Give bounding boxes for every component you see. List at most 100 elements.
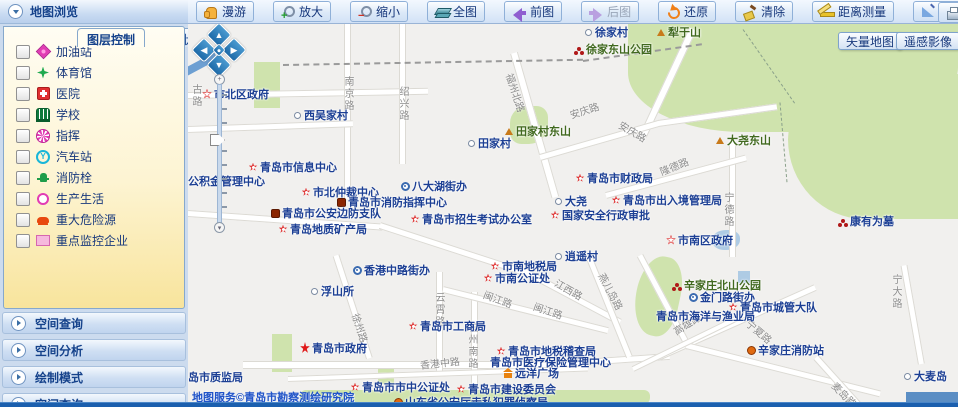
expand-arrow-icon bbox=[11, 316, 26, 331]
panel-title: 地图浏览 bbox=[30, 3, 78, 20]
measure-area-icon bbox=[921, 5, 935, 19]
toolbar-button-label: 缩小 bbox=[376, 3, 400, 20]
roam-button[interactable]: 漫游 bbox=[196, 1, 254, 22]
print-button[interactable] bbox=[938, 2, 958, 23]
map-poi-label: 逍遥村 bbox=[553, 248, 598, 264]
zoom-out-slider-button[interactable]: ▾ bbox=[214, 222, 225, 233]
legend-checkbox[interactable] bbox=[16, 66, 30, 80]
poi-text: 市南区政府 bbox=[678, 232, 733, 248]
stadium-icon bbox=[36, 66, 50, 80]
poi-text: 青岛市招生考试办公室 bbox=[422, 211, 532, 227]
zoom-out-button[interactable]: 缩小 bbox=[350, 1, 408, 22]
legend-item: 指挥 bbox=[16, 125, 184, 146]
legend-checkbox[interactable] bbox=[16, 213, 30, 227]
bus-station-icon bbox=[36, 150, 50, 164]
sidebar-tab[interactable]: 图层控制 bbox=[77, 28, 145, 47]
accordion-header[interactable]: 绘制模式 bbox=[2, 366, 186, 388]
gas-station-icon bbox=[36, 45, 50, 59]
production-life-icon bbox=[36, 192, 50, 206]
legend-checkbox[interactable] bbox=[16, 129, 30, 143]
road-label: 香港中路 bbox=[419, 353, 460, 372]
zoom-in-button[interactable]: 放大 bbox=[273, 1, 331, 22]
agency-icon bbox=[301, 187, 311, 197]
toolbar-button-label: 漫游 bbox=[222, 3, 246, 20]
clear-icon bbox=[743, 5, 757, 19]
map-poi-label: 大麦岛 bbox=[902, 368, 947, 384]
poi-text: 国家安全行政审批 bbox=[562, 207, 650, 223]
fire-icon bbox=[746, 345, 756, 355]
map-poi-label: 青岛市公安边防支队 bbox=[270, 205, 381, 221]
accordion-label: 空间分析 bbox=[35, 342, 83, 359]
legend-checkbox[interactable] bbox=[16, 171, 30, 185]
legend-label: 汽车站 bbox=[56, 148, 92, 165]
base-layer-button[interactable]: 遥感影像 bbox=[896, 32, 958, 50]
plaza-icon bbox=[503, 368, 513, 378]
clear-button[interactable]: 清除 bbox=[735, 1, 793, 22]
agency-icon bbox=[483, 273, 493, 283]
major-hazard-icon bbox=[36, 213, 50, 227]
fire-icon bbox=[393, 397, 403, 402]
legend-checkbox[interactable] bbox=[16, 192, 30, 206]
map-poi-label: 田家村东山 bbox=[504, 123, 571, 139]
measure-distance-button[interactable]: 距离测量 bbox=[812, 1, 894, 22]
legend-label: 医院 bbox=[56, 85, 80, 102]
village-icon bbox=[292, 110, 302, 120]
sidebar-accordions: 空间查询空间分析绘制模式空间查询 bbox=[0, 312, 188, 407]
legend-checkbox[interactable] bbox=[16, 150, 30, 164]
poi-text: 大尧东山 bbox=[727, 132, 771, 148]
district-gov-icon bbox=[666, 235, 676, 245]
map-browse-panel-header[interactable]: 地图浏览 bbox=[0, 0, 188, 24]
poi-text: 青岛市工商局 bbox=[420, 318, 486, 334]
pan-center-button[interactable] bbox=[212, 43, 226, 57]
accordion-label: 绘制模式 bbox=[35, 369, 83, 386]
legend-item: 汽车站 bbox=[16, 146, 184, 167]
toolbar-button-label: 还原 bbox=[684, 3, 708, 20]
park-icon bbox=[574, 44, 584, 54]
road bbox=[901, 265, 925, 365]
toolbar-button-label: 清除 bbox=[761, 3, 785, 20]
prev-view-icon bbox=[512, 5, 526, 19]
park-icon bbox=[672, 280, 682, 290]
accordion-header[interactable]: 空间查询 bbox=[2, 312, 186, 334]
next-view-button[interactable]: 后图 bbox=[581, 1, 639, 22]
zoom-slider-track[interactable] bbox=[217, 84, 222, 226]
map-canvas[interactable]: ▲ ◀ ▶ ▼ + ▾ 矢量地图遥感影像 市北区政府西吴家村田家村徐家村犁于山徐… bbox=[188, 24, 958, 402]
railway bbox=[283, 59, 583, 66]
toolbar-button-label: 全图 bbox=[453, 3, 477, 20]
legend-label: 重点监控企业 bbox=[56, 232, 128, 249]
accordion-header[interactable]: 空间分析 bbox=[2, 339, 186, 361]
legend-checkbox[interactable] bbox=[16, 87, 30, 101]
poi-text: 大麦岛 bbox=[914, 368, 947, 384]
poi-text: 逍遥村 bbox=[565, 248, 598, 264]
fire-hydrant-icon bbox=[36, 171, 50, 185]
zoom-slider-handle[interactable] bbox=[210, 134, 225, 146]
legend-item: 学校 bbox=[16, 104, 184, 125]
village-icon bbox=[583, 27, 593, 37]
prev-view-button[interactable]: 前图 bbox=[504, 1, 562, 22]
tomb-icon bbox=[838, 216, 848, 226]
school-icon bbox=[36, 108, 50, 122]
sea bbox=[906, 392, 958, 402]
base-layer-button[interactable]: 矢量地图 bbox=[838, 32, 902, 50]
toolbar-button-label: 距离测量 bbox=[838, 3, 886, 20]
map-poi-label: 青岛市海洋与渔业局 bbox=[656, 308, 755, 324]
street-office-icon bbox=[688, 292, 698, 302]
legend-checkbox[interactable] bbox=[16, 45, 30, 59]
restore-button[interactable]: 还原 bbox=[658, 1, 716, 22]
map-poi-label: 西吴家村 bbox=[292, 107, 348, 123]
legend-checkbox[interactable] bbox=[16, 108, 30, 122]
legend-item: 体育馆 bbox=[16, 62, 184, 83]
map-poi-label: 辛家庄消防站 bbox=[746, 342, 824, 358]
map-poi-label: 市南公证处 bbox=[483, 270, 550, 286]
legend-checkbox[interactable] bbox=[16, 234, 30, 248]
legend-item: 重大危险源 bbox=[16, 209, 184, 230]
agency-icon bbox=[611, 195, 621, 205]
map-poi-label: 青岛市工商局 bbox=[408, 318, 486, 334]
full-extent-icon bbox=[435, 5, 449, 19]
full-extent-button[interactable]: 全图 bbox=[427, 1, 485, 22]
map-poi-label: 远洋广场 bbox=[503, 365, 559, 381]
next-view-icon bbox=[589, 5, 603, 19]
poi-text: 远洋广场 bbox=[515, 365, 559, 381]
legend-item: 医院 bbox=[16, 83, 184, 104]
village-icon bbox=[902, 371, 912, 381]
